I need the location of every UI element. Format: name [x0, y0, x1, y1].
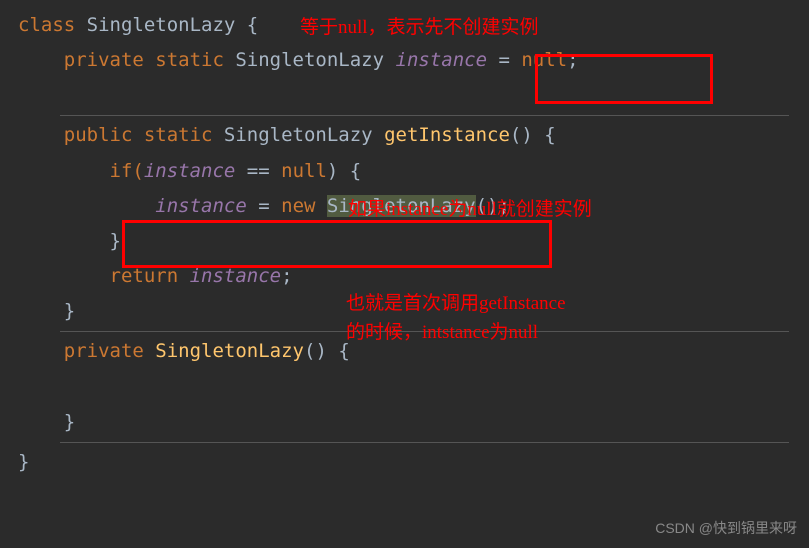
- code-line: }: [0, 405, 809, 440]
- variable-instance: instance: [396, 49, 488, 71]
- variable-instance: instance: [144, 160, 236, 182]
- type-name: SingletonLazy: [235, 49, 395, 71]
- keyword-if: if(: [18, 160, 144, 182]
- close-brace: }: [18, 411, 75, 433]
- variable-instance: instance: [190, 265, 282, 287]
- separator-line: [60, 115, 789, 116]
- method-name: getInstance: [384, 124, 510, 146]
- parens-brace: () {: [510, 124, 556, 146]
- semicolon: ;: [281, 265, 292, 287]
- close-brace: }: [18, 230, 121, 252]
- class-name: SingletonLazy: [87, 14, 236, 36]
- keyword-return: return: [18, 265, 190, 287]
- constructor-name: SingletonLazy: [155, 340, 304, 362]
- code-line: public static SingletonLazy getInstance(…: [0, 118, 809, 153]
- brace: {: [235, 14, 258, 36]
- watermark-text: CSDN @快到锅里来呀: [655, 516, 797, 542]
- blank-line: [0, 369, 809, 404]
- code-line: }: [0, 445, 809, 480]
- close-brace: }: [18, 300, 75, 322]
- redbox-new-instance: [122, 220, 552, 268]
- keyword-private: private: [18, 340, 155, 362]
- annotation-line-2: 的时候，intstance为null: [346, 319, 566, 348]
- keyword-new: new: [281, 195, 327, 217]
- null-literal: null: [281, 160, 327, 182]
- operator: ==: [235, 160, 281, 182]
- operator: =: [247, 195, 281, 217]
- keyword-modifiers: public static: [18, 124, 224, 146]
- keyword-class: class: [18, 14, 87, 36]
- separator-line: [60, 442, 789, 443]
- annotation-line-1: 也就是首次调用getInstance: [346, 290, 566, 319]
- parens-brace: () {: [304, 340, 350, 362]
- redbox-null-assignment: [535, 54, 713, 104]
- annotation-explanation: 也就是首次调用getInstance 的时候，intstance为null: [346, 290, 566, 347]
- close-brace: }: [18, 451, 29, 473]
- keyword-modifiers: private static: [18, 49, 235, 71]
- indent: [18, 195, 155, 217]
- variable-instance: instance: [155, 195, 247, 217]
- type-name: SingletonLazy: [224, 124, 384, 146]
- code-line: if(instance == null) {: [0, 154, 809, 189]
- close-paren-brace: ) {: [327, 160, 361, 182]
- operator: =: [487, 49, 521, 71]
- annotation-top: 等于null，表示先不创建实例: [300, 10, 539, 45]
